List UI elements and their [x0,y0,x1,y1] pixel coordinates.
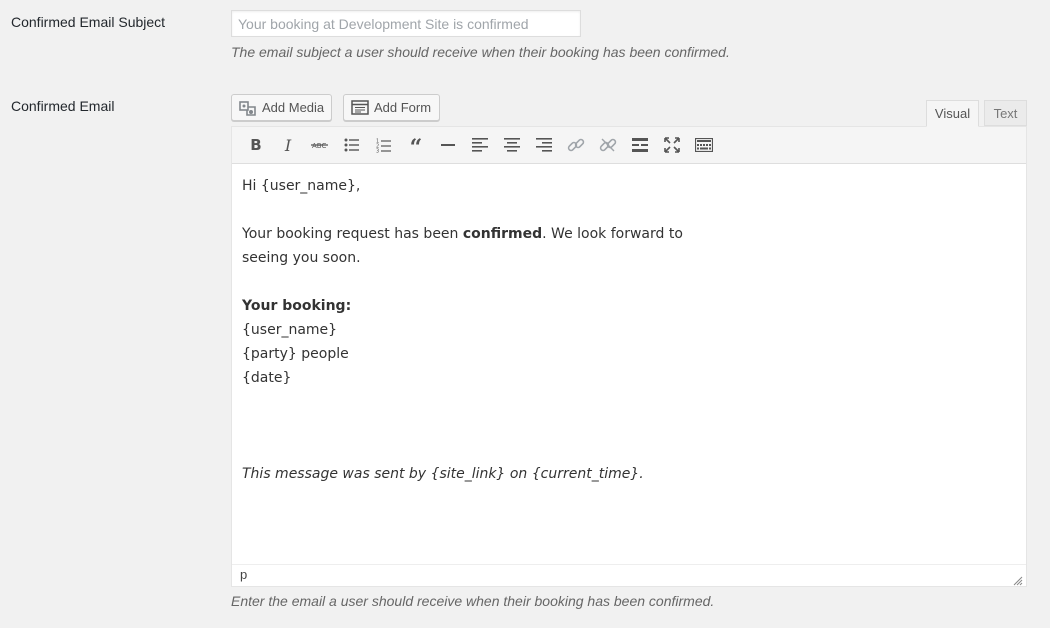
insert-link-icon[interactable] [560,130,592,160]
resize-handle-icon[interactable] [1013,573,1023,586]
tab-text[interactable]: Text [984,100,1027,126]
element-path[interactable]: p [240,567,247,582]
fullscreen-icon[interactable] [656,130,688,160]
subject-description: The email subject a user should receive … [231,44,730,60]
add-media-button[interactable]: Add Media [231,94,333,121]
confirmed-email-subject-input[interactable] [231,10,581,37]
svg-text:ABC: ABC [312,142,326,150]
form-icon [351,100,369,115]
align-right-icon[interactable] [528,130,560,160]
horizontal-line-icon[interactable] [432,130,464,160]
add-media-label: Add Media [262,100,325,115]
booking-user-name: {user_name} [242,322,338,338]
remove-link-icon[interactable] [592,130,624,160]
booking-party: {party} people [242,346,349,362]
add-form-button[interactable]: Add Form [343,94,441,121]
email-editor: B I ABC 1 2 3 “ Hi {user_name}, Your boo… [231,126,1027,587]
read-more-icon[interactable] [624,130,656,160]
add-media-icon [239,100,257,116]
booking-heading: Your booking: [242,298,352,314]
svg-text:3: 3 [376,148,379,153]
editor-toolbar: B I ABC 1 2 3 “ [232,127,1026,164]
blockquote-icon[interactable]: “ [400,130,432,160]
tab-visual[interactable]: Visual [926,100,979,127]
strikethrough-icon[interactable]: ABC [304,130,336,160]
email-body-editor[interactable]: Hi {user_name}, Your booking request has… [232,164,1026,554]
confirmed-email-label: Confirmed Email [11,98,115,114]
align-center-icon[interactable] [496,130,528,160]
confirmation-paragraph: Your booking request has been confirmed.… [242,226,683,266]
italic-icon[interactable]: I [272,130,304,160]
add-form-label: Add Form [374,100,432,115]
footer-line: This message was sent by {site_link} on … [242,466,644,482]
align-left-icon[interactable] [464,130,496,160]
email-description: Enter the email a user should receive wh… [231,593,715,609]
bulleted-list-icon[interactable] [336,130,368,160]
confirmed-email-subject-label: Confirmed Email Subject [11,14,166,30]
toolbar-toggle-icon[interactable] [688,130,720,160]
numbered-list-icon[interactable]: 1 2 3 [368,130,400,160]
booking-date: {date} [242,370,292,386]
greeting-line: Hi {user_name}, [242,178,361,194]
bold-icon[interactable]: B [240,130,272,160]
editor-statusbar: p [232,564,1026,586]
